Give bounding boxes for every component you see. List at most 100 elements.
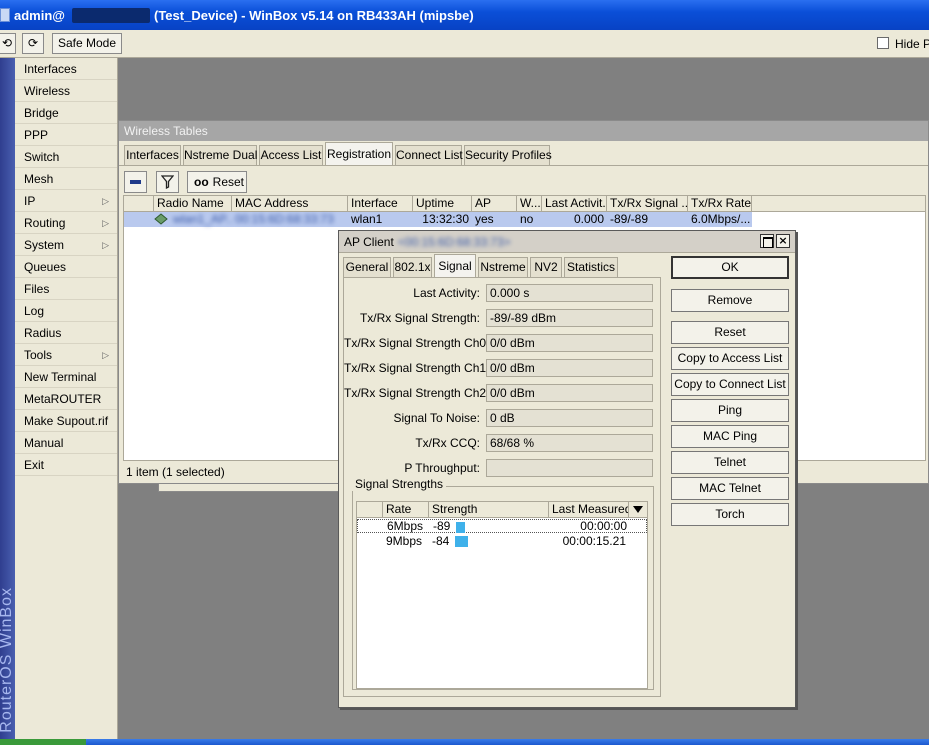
cell-uptime: 13:32:30 [422, 212, 469, 226]
mac-telnet-button[interactable]: MAC Telnet [671, 477, 789, 500]
column-menu-button[interactable] [629, 502, 648, 518]
signal-to-noise-label: Signal To Noise: [393, 411, 481, 425]
tab-signal[interactable]: Signal [434, 254, 476, 278]
menu-item-ppp[interactable]: PPP [15, 124, 117, 146]
menu-item-radius[interactable]: Radius [15, 322, 117, 344]
menu-item-queues[interactable]: Queues [15, 256, 117, 278]
torch-button[interactable]: Torch [671, 503, 789, 526]
menu-item-label: MetaROUTER [24, 392, 102, 406]
ap-client-title[interactable]: AP Client <00:15:6D:68:33:73> [339, 231, 795, 253]
menu-item-label: Switch [24, 150, 60, 164]
tab-security-profiles[interactable]: Security Profiles [464, 145, 552, 165]
menu-item-label: Routing [24, 216, 66, 230]
reset-counters-button[interactable]: oo Reset [187, 171, 247, 193]
close-button[interactable]: × [776, 234, 790, 248]
signal-ch1-value: 0/0 dBm [486, 359, 653, 377]
p-throughput-label: P Throughput: [404, 461, 480, 475]
column-radio-name[interactable]: Radio Name [154, 196, 232, 212]
copy-to-access-list-button[interactable]: Copy to Access List [671, 347, 789, 370]
tab-nv2[interactable]: NV2 [530, 257, 562, 277]
filter-button[interactable] [156, 171, 179, 193]
copy-to-connect-list-button[interactable]: Copy to Connect List [671, 373, 789, 396]
column-uptime[interactable]: Uptime [413, 196, 472, 212]
menu-item-exit[interactable]: Exit [15, 454, 117, 476]
cell-last-activity: 0.000 [573, 212, 604, 226]
reset-label: Reset [212, 175, 245, 189]
remove-entry-button[interactable] [124, 171, 147, 193]
redo-button[interactable]: ⟳ [22, 33, 44, 54]
tab-interfaces[interactable]: Interfaces [124, 145, 181, 165]
menu-item-routing[interactable]: Routing ▷ [15, 212, 117, 234]
menu-item-switch[interactable]: Switch [15, 146, 117, 168]
table-row[interactable]: 6Mbps -89 00:00:00 [357, 519, 647, 533]
signal-to-noise-value: 0 dB [486, 409, 653, 427]
column-last-measured[interactable]: Last Measured [549, 502, 629, 518]
tab-connect-list[interactable]: Connect List [395, 145, 463, 165]
tab-registration[interactable]: Registration [325, 142, 393, 166]
signal-ch2-label: Tx/Rx Signal Strength Ch2: [344, 386, 490, 400]
menu-item-label: PPP [24, 128, 49, 142]
column-interface[interactable]: Interface [348, 196, 413, 212]
tab-nstreme[interactable]: Nstreme [478, 257, 528, 277]
menu-item-log[interactable]: Log [15, 300, 117, 322]
column-mac-address[interactable]: MAC Address [232, 196, 348, 212]
menu-item-interfaces[interactable]: Interfaces [15, 58, 117, 80]
menu-item-system[interactable]: System ▷ [15, 234, 117, 256]
main-menu: Interfaces Wireless Bridge PPP Switch Mesh IP ▷… [15, 58, 118, 745]
tab-8021x[interactable]: 802.1x [393, 257, 432, 277]
menu-item-wireless[interactable]: Wireless [15, 80, 117, 102]
column-signal[interactable]: Tx/Rx Signal ... [607, 196, 688, 212]
hide-passwords-checkbox[interactable] [877, 37, 889, 49]
menu-item-metarouter[interactable]: MetaROUTER [15, 388, 117, 410]
ping-button[interactable]: Ping [671, 399, 789, 422]
tab-general[interactable]: General [343, 257, 391, 277]
tab-nstreme-dual[interactable]: Nstreme Dual [183, 145, 257, 165]
start-button[interactable] [0, 739, 86, 745]
menu-item-bridge[interactable]: Bridge [15, 102, 117, 124]
menu-item-make-supout-rif[interactable]: Make Supout.rif [15, 410, 117, 432]
telnet-button[interactable]: Telnet [671, 451, 789, 474]
column-spacer [357, 502, 383, 518]
column-rate[interactable]: Rate [383, 502, 429, 518]
brand-strip: RouterOS WinBox [0, 58, 15, 745]
main-toolbar: ⟲ ⟳ Safe Mode [0, 30, 929, 58]
table-row[interactable]: 9Mbps -84 00:00:15.21 [357, 534, 647, 548]
brand-label: RouterOS WinBox [0, 587, 15, 733]
menu-item-label: Mesh [24, 172, 54, 186]
mac-ping-button[interactable]: MAC Ping [671, 425, 789, 448]
cell-signal: -89/-89 [610, 212, 649, 226]
column-last-activity[interactable]: Last Activit... [542, 196, 607, 212]
cell-wds: no [520, 212, 534, 226]
signal-strength-label: Tx/Rx Signal Strength: [359, 311, 480, 325]
column-wds[interactable]: W... [517, 196, 542, 212]
menu-item-manual[interactable]: Manual [15, 432, 117, 454]
table-row[interactable]: wlan1_AP... 00:15:6D:68:33:73 wlan1 13:3… [124, 212, 752, 227]
tab-access-list[interactable]: Access List [259, 145, 323, 165]
wireless-tables-title[interactable]: Wireless Tables [119, 121, 928, 141]
signal-ch1-label: Tx/Rx Signal Strength Ch1: [344, 361, 490, 375]
safe-mode-button[interactable]: Safe Mode [52, 33, 122, 54]
column-strength[interactable]: Strength [429, 502, 549, 518]
menu-item-tools[interactable]: Tools ▷ [15, 344, 117, 366]
maximize-button[interactable] [760, 234, 774, 248]
menu-item-label: IP [24, 194, 36, 208]
signal-strengths-table: Rate Strength Last Measured 6Mbps -89 00… [356, 501, 648, 689]
cell-strength: -84 [432, 534, 450, 548]
menu-item-label: Log [24, 304, 45, 318]
menu-item-ip[interactable]: IP ▷ [15, 190, 117, 212]
reset-icon: oo [194, 175, 209, 189]
signal-strength-value: -89/-89 dBm [486, 309, 653, 327]
remove-button[interactable]: Remove [671, 289, 789, 312]
ok-button[interactable]: OK [671, 256, 789, 279]
undo-button[interactable]: ⟲ [0, 33, 16, 54]
menu-item-mesh[interactable]: Mesh [15, 168, 117, 190]
column-rate[interactable]: Tx/Rx Rate [688, 196, 752, 212]
tab-statistics[interactable]: Statistics [564, 257, 618, 277]
reset-button[interactable]: Reset [671, 321, 789, 344]
column-ap[interactable]: AP [472, 196, 517, 212]
menu-item-files[interactable]: Files [15, 278, 117, 300]
dropdown-arrow-icon [633, 506, 643, 513]
cell-ap: yes [475, 212, 494, 226]
strength-bar [456, 522, 465, 533]
menu-item-new-terminal[interactable]: New Terminal [15, 366, 117, 388]
